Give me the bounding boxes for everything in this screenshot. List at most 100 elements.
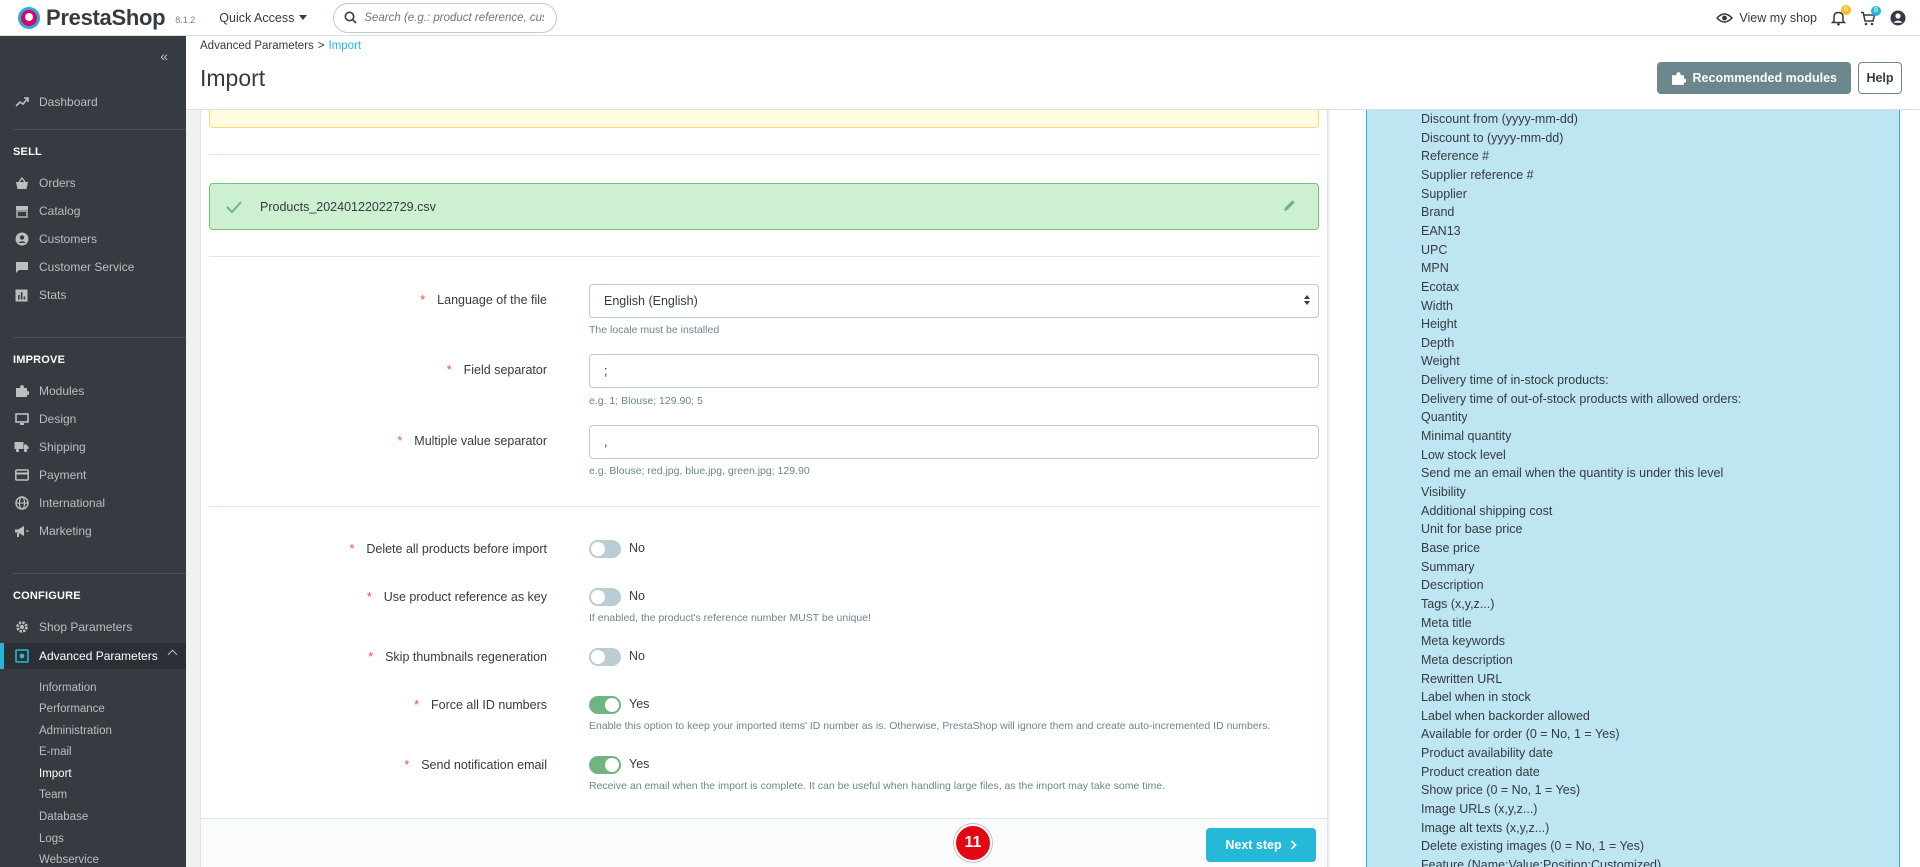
- check-icon: [226, 200, 242, 213]
- sidebar-subitem-logs[interactable]: Logs: [39, 833, 64, 845]
- quick-access-dropdown[interactable]: Quick Access: [219, 10, 308, 25]
- collapse-sidebar-icon[interactable]: «: [160, 48, 168, 64]
- multiple-value-separator-input[interactable]: ,: [589, 425, 1319, 459]
- orders-notifications-button[interactable]: 8: [1860, 5, 1881, 26]
- next-step-button[interactable]: Next step: [1206, 828, 1316, 862]
- available-field-item: Image URLs (x,y,z...): [1421, 802, 1538, 817]
- available-field-item: Label when backorder allowed: [1421, 708, 1590, 723]
- view-my-shop-link[interactable]: View my shop: [1716, 11, 1817, 25]
- search-box[interactable]: [333, 2, 558, 33]
- language-select[interactable]: English (English): [589, 284, 1319, 318]
- next-step-label: Next step: [1225, 838, 1282, 852]
- sidebar-subitem-performance[interactable]: Performance: [39, 703, 105, 715]
- use-reference-toggle[interactable]: [589, 588, 621, 606]
- section-divider: [209, 256, 1319, 257]
- card-footer: [201, 818, 1327, 867]
- sidebar-subitem-information[interactable]: Information: [39, 682, 97, 694]
- sidebar-item-label: Design: [39, 412, 77, 426]
- sidebar-subitem-email[interactable]: E-mail: [39, 746, 72, 758]
- sidebar-subitem-team[interactable]: Team: [39, 789, 67, 801]
- step-number-badge: 11: [954, 824, 992, 862]
- sidebar-item-international[interactable]: International: [0, 490, 186, 516]
- breadcrumb-parent[interactable]: Advanced Parameters: [200, 40, 314, 52]
- gear-icon: [14, 620, 29, 635]
- available-field-item: Meta keywords: [1421, 634, 1506, 649]
- notifications-button[interactable]: 6: [1831, 5, 1851, 26]
- available-field-item: Discount to (yyyy-mm-dd): [1421, 130, 1564, 145]
- user-avatar-icon: [1890, 10, 1906, 26]
- breadcrumb-current[interactable]: Import: [329, 40, 362, 52]
- multiple-value-separator-label: * Multiple value separator: [397, 434, 547, 448]
- breadcrumb: Advanced Parameters > Import: [200, 40, 361, 52]
- field-separator-value: ;: [604, 364, 608, 378]
- multiple-value-separator-value: ,: [604, 435, 608, 449]
- sidebar-subitem-webservice[interactable]: Webservice: [39, 854, 99, 866]
- help-button[interactable]: Help: [1858, 62, 1902, 94]
- sidebar-item-shop-parameters[interactable]: Shop Parameters: [0, 614, 186, 640]
- sidebar-divider: [13, 573, 186, 574]
- available-field-item: Discount from (yyyy-mm-dd): [1421, 112, 1578, 126]
- search-input[interactable]: [364, 11, 545, 24]
- sidebar-subitem-administration[interactable]: Administration: [39, 725, 112, 737]
- sidebar-item-advanced-parameters[interactable]: Advanced Parameters: [0, 643, 186, 669]
- caret-down-icon: [299, 15, 308, 20]
- sidebar-item-dashboard[interactable]: Dashboard: [0, 89, 186, 115]
- available-field-item: Meta description: [1421, 652, 1513, 667]
- use-reference-state: No: [629, 589, 645, 603]
- account-circle-icon: [14, 232, 29, 247]
- sidebar-item-design[interactable]: Design: [0, 406, 186, 432]
- trending-up-icon: [14, 95, 29, 110]
- sidebar-item-shipping[interactable]: Shipping: [0, 434, 186, 460]
- sidebar-item-payment[interactable]: Payment: [0, 462, 186, 488]
- orders-badge: 8: [1871, 5, 1881, 16]
- sidebar-item-customers[interactable]: Customers: [0, 226, 186, 252]
- sidebar-subitem-import[interactable]: Import: [39, 768, 72, 780]
- sidebar-divider: [13, 337, 186, 338]
- sidebar-item-stats[interactable]: Stats: [0, 282, 186, 308]
- chat-icon: [14, 260, 29, 275]
- available-field-item: Supplier: [1421, 186, 1467, 201]
- field-separator-input[interactable]: ;: [589, 354, 1319, 388]
- delete-products-state: No: [629, 541, 645, 555]
- force-ids-state: Yes: [629, 697, 650, 711]
- account-button[interactable]: [1890, 10, 1906, 26]
- available-fields-panel: Discount from (yyyy-mm-dd) Discount to (y…: [1330, 110, 1920, 867]
- globe-icon: [14, 496, 29, 511]
- sidebar-subitem-database[interactable]: Database: [39, 811, 88, 823]
- sidebar-item-catalog[interactable]: Catalog: [0, 198, 186, 224]
- available-field-item: Show price (0 = No, 1 = Yes): [1421, 783, 1581, 798]
- sidebar-item-label: Orders: [39, 176, 76, 190]
- available-field-item: Product availability date: [1421, 746, 1554, 761]
- force-ids-label: * Force all ID numbers: [414, 698, 547, 712]
- sidebar-item-label: Marketing: [39, 524, 92, 538]
- credit-card-icon: [14, 468, 29, 483]
- force-ids-toggle[interactable]: [589, 696, 621, 714]
- sidebar-item-marketing[interactable]: Marketing: [0, 518, 186, 544]
- sidebar-item-label: Modules: [39, 384, 85, 398]
- sidebar-divider: [13, 129, 186, 130]
- import-form-card: Products_20240122022729.csv * Language of…: [200, 100, 1328, 867]
- prestashop-logo[interactable]: PrestaShop 8.1.2: [18, 5, 195, 31]
- available-fields-list: Discount from (yyyy-mm-dd) Discount to (y…: [1366, 110, 1900, 867]
- available-field-item: Description: [1421, 578, 1484, 593]
- recommended-modules-button[interactable]: Recommended modules: [1656, 62, 1851, 94]
- section-sell: SELL: [13, 146, 42, 158]
- force-ids-help: Enable this option to keep your imported…: [589, 720, 1271, 732]
- send-email-state: Yes: [629, 757, 650, 771]
- quick-access-label: Quick Access: [219, 10, 295, 25]
- sidebar-item-label: Stats: [39, 288, 67, 302]
- section-divider: [209, 506, 1319, 507]
- available-field-item: Tags (x,y,z...): [1421, 596, 1495, 611]
- sidebar-item-modules[interactable]: Modules: [0, 378, 186, 404]
- top-header: PrestaShop 8.1.2 Quick Access View my sh…: [0, 0, 1920, 36]
- available-field-item: Send me an email when the quantity is un…: [1421, 466, 1724, 481]
- section-divider: [209, 154, 1319, 155]
- edit-pencil-icon[interactable]: [1283, 199, 1296, 212]
- sidebar-item-orders[interactable]: Orders: [0, 170, 186, 196]
- delete-products-toggle[interactable]: [589, 540, 621, 558]
- send-email-toggle[interactable]: [589, 756, 621, 774]
- sidebar-item-customer-service[interactable]: Customer Service: [0, 254, 186, 280]
- recommended-modules-label: Recommended modules: [1692, 71, 1837, 85]
- available-field-item: Feature (Name:Value:Position:Customized): [1421, 858, 1662, 867]
- skip-thumbnails-toggle[interactable]: [589, 648, 621, 666]
